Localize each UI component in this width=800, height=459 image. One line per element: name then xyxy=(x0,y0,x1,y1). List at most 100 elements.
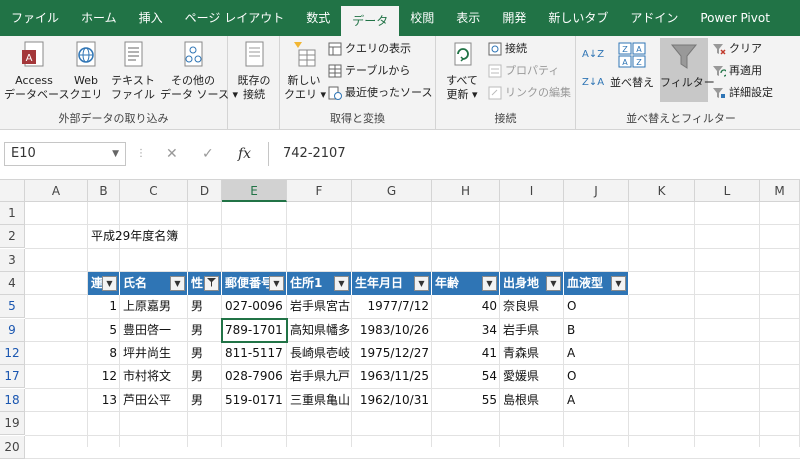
filter-button[interactable]: フィルター xyxy=(660,38,715,102)
row-header-1[interactable]: 1 xyxy=(0,202,25,225)
column-header-G[interactable]: G xyxy=(352,180,432,202)
table-cell[interactable]: 芦田公平 xyxy=(120,389,188,412)
table-header-cell[interactable]: 氏名 ▼ xyxy=(120,272,188,295)
column-header-I[interactable]: I xyxy=(500,180,564,202)
column-header-C[interactable]: C xyxy=(120,180,188,202)
table-cell[interactable]: 1 xyxy=(88,295,120,318)
column-header-B[interactable]: B xyxy=(88,180,120,202)
table-cell[interactable]: 55 xyxy=(432,389,500,412)
table-cell[interactable]: 豊田啓一 xyxy=(120,319,188,342)
tab-6[interactable]: 校閲 xyxy=(399,0,445,36)
row-header-17[interactable]: 17 xyxy=(0,365,25,388)
filter-dropdown-icon[interactable]: ▼ xyxy=(482,276,497,291)
column-header-L[interactable]: L xyxy=(695,180,760,202)
table-cell[interactable]: 高知県幡多 xyxy=(287,319,352,342)
table-cell[interactable]: 1963/11/25 xyxy=(352,365,432,388)
table-cell[interactable]: A xyxy=(564,342,629,365)
table-cell[interactable]: 40 xyxy=(432,295,500,318)
access-database-button[interactable]: A Access データベース xyxy=(4,40,69,102)
table-cell[interactable]: 三重県亀山 xyxy=(287,389,352,412)
row-header-19[interactable]: 19 xyxy=(0,412,25,435)
table-cell[interactable]: 5 xyxy=(88,319,120,342)
cancel-icon[interactable]: ✕ xyxy=(166,142,178,166)
table-cell[interactable]: 1962/10/31 xyxy=(352,389,432,412)
tab-3[interactable]: ページ レイアウト xyxy=(174,0,296,36)
row-header-12[interactable]: 12 xyxy=(0,342,25,365)
table-cell[interactable]: 13 xyxy=(88,389,120,412)
filter-dropdown-icon[interactable]: ▼ xyxy=(414,276,429,291)
title-cell[interactable]: 平成29年度名簿 xyxy=(88,225,248,248)
refresh-all-button[interactable]: すべて 更新 ▾ xyxy=(442,40,482,102)
column-header-K[interactable]: K xyxy=(629,180,695,202)
sort-za-button[interactable]: Z↓A xyxy=(582,74,604,92)
show-queries-button[interactable]: クエリの表示 xyxy=(328,40,411,58)
reapply-button[interactable]: 再適用 xyxy=(712,62,762,80)
column-header-A[interactable]: A xyxy=(25,180,88,202)
table-cell[interactable]: 岩手県宮古 xyxy=(287,295,352,318)
table-header-cell[interactable]: 年齢 ▼ xyxy=(432,272,500,295)
clear-filter-button[interactable]: クリア xyxy=(712,40,762,58)
table-cell[interactable]: 8 xyxy=(88,342,120,365)
table-cell[interactable]: 1983/10/26 xyxy=(352,319,432,342)
web-query-button[interactable]: Web クエリ xyxy=(66,40,106,102)
other-sources-button[interactable]: その他の データ ソース ▾ xyxy=(160,40,238,102)
advanced-filter-button[interactable]: 詳細設定 xyxy=(712,84,773,102)
tab-11[interactable]: Power Pivot xyxy=(689,0,781,36)
filter-dropdown-icon[interactable]: ▼ xyxy=(170,276,185,291)
table-cell[interactable]: 長崎県壱岐 xyxy=(287,342,352,365)
row-header-9[interactable]: 9 xyxy=(0,319,25,342)
table-cell[interactable]: 34 xyxy=(432,319,500,342)
table-cell[interactable]: 027-0096 xyxy=(222,295,287,318)
table-cell[interactable]: 愛媛県 xyxy=(500,365,564,388)
table-header-cell[interactable]: 連 ▼ xyxy=(88,272,120,295)
connections-button[interactable]: 接続 xyxy=(488,40,527,58)
new-query-button[interactable]: 新しい クエリ ▾ xyxy=(284,40,326,102)
tab-0[interactable]: ファイル xyxy=(0,0,70,36)
table-cell[interactable]: 12 xyxy=(88,365,120,388)
table-cell[interactable]: 青森県 xyxy=(500,342,564,365)
column-header-H[interactable]: H xyxy=(432,180,500,202)
table-cell[interactable]: 坪井尚生 xyxy=(120,342,188,365)
table-cell[interactable]: 上原嘉男 xyxy=(120,295,188,318)
table-cell[interactable]: 41 xyxy=(432,342,500,365)
column-header-E[interactable]: E xyxy=(222,180,287,202)
row-header-18[interactable]: 18 xyxy=(0,389,25,412)
column-header-J[interactable]: J xyxy=(564,180,629,202)
table-cell[interactable]: 岩手県 xyxy=(500,319,564,342)
row-header-2[interactable]: 2 xyxy=(0,225,25,248)
filter-dropdown-icon[interactable]: ▼ xyxy=(546,276,561,291)
sort-az-button[interactable]: A↓Z xyxy=(582,46,604,64)
insert-function-icon[interactable]: fx xyxy=(238,142,251,166)
filter-dropdown-icon[interactable]: ▼ xyxy=(334,276,349,291)
table-cell[interactable]: 男 xyxy=(188,389,222,412)
existing-connections-button[interactable]: 既存の 接続 xyxy=(232,40,276,102)
recent-sources-button[interactable]: 最近使ったソース xyxy=(328,84,432,102)
text-file-button[interactable]: テキスト ファイル xyxy=(108,40,158,102)
table-cell[interactable]: 男 xyxy=(188,319,222,342)
table-cell[interactable]: 島根県 xyxy=(500,389,564,412)
from-table-button[interactable]: テーブルから xyxy=(328,62,410,80)
tab-9[interactable]: 新しいタブ xyxy=(537,0,619,36)
column-header-D[interactable]: D xyxy=(188,180,222,202)
table-cell[interactable]: 男 xyxy=(188,342,222,365)
table-cell[interactable]: 519-0171 xyxy=(222,389,287,412)
tab-2[interactable]: 挿入 xyxy=(128,0,174,36)
sort-button[interactable]: ZAAZ 並べ替え xyxy=(610,40,654,90)
table-header-cell[interactable]: 性 xyxy=(188,272,222,295)
table-cell[interactable]: A xyxy=(564,389,629,412)
name-box[interactable]: E10 ▼ xyxy=(4,142,126,166)
row-header-5[interactable]: 5 xyxy=(0,295,25,318)
tab-7[interactable]: 表示 xyxy=(445,0,491,36)
row-header-3[interactable]: 3 xyxy=(0,249,25,272)
table-cell[interactable]: O xyxy=(564,295,629,318)
table-cell[interactable]: O xyxy=(564,365,629,388)
properties-button[interactable]: プロパティ xyxy=(488,62,559,80)
table-cell[interactable]: 811-5117 xyxy=(222,342,287,365)
table-header-cell[interactable]: 出身地 ▼ xyxy=(500,272,564,295)
tab-1[interactable]: ホーム xyxy=(70,0,128,36)
column-header-M[interactable]: M xyxy=(760,180,800,202)
name-box-dropdown-icon[interactable]: ▼ xyxy=(112,143,119,165)
table-cell[interactable]: 奈良県 xyxy=(500,295,564,318)
table-cell[interactable]: 市村将文 xyxy=(120,365,188,388)
table-header-cell[interactable]: 血液型 ▼ xyxy=(564,272,629,295)
